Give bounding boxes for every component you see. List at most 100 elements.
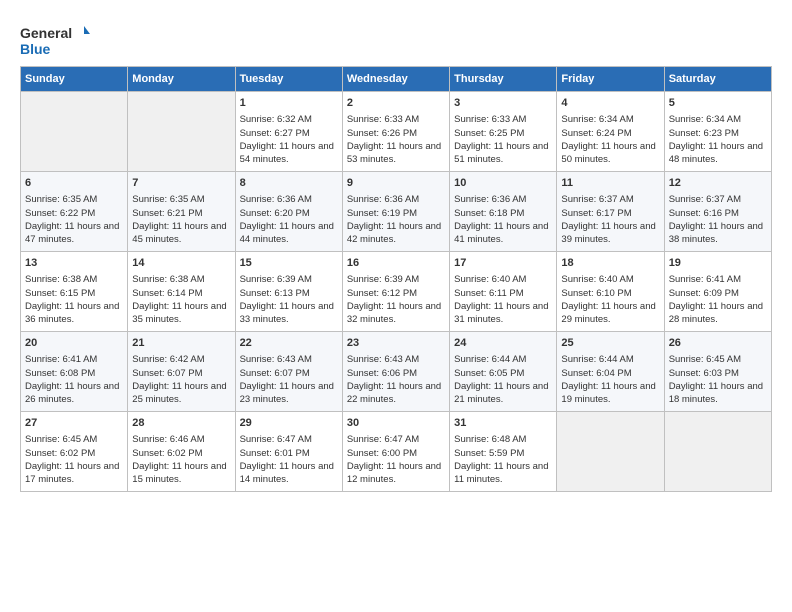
calendar-cell: 24Sunrise: 6:44 AMSunset: 6:05 PMDayligh… <box>450 332 557 412</box>
day-number: 18 <box>561 256 659 271</box>
calendar-cell: 19 Sunrise: 6:41 AMSunset: 6:09 PMDayligh… <box>664 252 771 332</box>
calendar-cell: 23Sunrise: 6:43 AMSunset: 6:06 PMDayligh… <box>342 332 449 412</box>
day-info-line: Sunrise: 6:37 AM <box>561 193 659 206</box>
day-number: 25 <box>561 336 659 351</box>
day-info-line: Sunset: 6:07 PM <box>240 367 338 380</box>
day-number: 28 <box>132 416 230 431</box>
day-info-line: Sunset: 6:01 PM <box>240 447 338 460</box>
calendar-cell: 1 Sunrise: 6:32 AMSunset: 6:27 PMDaylight… <box>235 92 342 172</box>
day-info-line: Sunrise: 6:32 AM <box>240 113 338 126</box>
calendar-cell: 12Sunrise: 6:37 AMSunset: 6:16 PMDayligh… <box>664 172 771 252</box>
day-info-line: Sunset: 6:23 PM <box>669 127 767 140</box>
day-info-line: Daylight: 11 hours and 12 minutes. <box>347 460 445 487</box>
day-info-line: Sunrise: 6:33 AM <box>347 113 445 126</box>
calendar-cell: 27Sunrise: 6:45 AMSunset: 6:02 PMDayligh… <box>21 412 128 492</box>
day-number: 13 <box>25 256 123 271</box>
calendar-cell: 4Sunrise: 6:34 AMSunset: 6:24 PMDaylight… <box>557 92 664 172</box>
day-info-line: Daylight: 11 hours and 18 minutes. <box>669 380 767 407</box>
day-number: 14 <box>132 256 230 271</box>
day-info-line: Daylight: 11 hours and 17 minutes. <box>25 460 123 487</box>
day-info-line: Daylight: 11 hours and 23 minutes. <box>240 380 338 407</box>
day-info-line: Sunset: 6:21 PM <box>132 207 230 220</box>
day-info-line: Sunrise: 6:36 AM <box>454 193 552 206</box>
day-number: 5 <box>669 96 767 111</box>
day-info-line: Sunrise: 6:35 AM <box>25 193 123 206</box>
calendar-cell: 8Sunrise: 6:36 AMSunset: 6:20 PMDaylight… <box>235 172 342 252</box>
day-number: 21 <box>132 336 230 351</box>
day-info-line: Sunrise: 6:39 AM <box>240 273 338 286</box>
calendar-cell: 3Sunrise: 6:33 AMSunset: 6:25 PMDaylight… <box>450 92 557 172</box>
col-header-thursday: Thursday <box>450 67 557 92</box>
day-info-line: Sunrise: 6:33 AM <box>454 113 552 126</box>
day-info-line: Sunrise: 6:44 AM <box>454 353 552 366</box>
day-number: 8 <box>240 176 338 191</box>
col-header-wednesday: Wednesday <box>342 67 449 92</box>
calendar-cell <box>128 92 235 172</box>
calendar-cell: 26Sunrise: 6:45 AMSunset: 6:03 PMDayligh… <box>664 332 771 412</box>
calendar-table: SundayMondayTuesdayWednesdayThursdayFrid… <box>20 66 772 492</box>
day-info-line: Sunset: 6:11 PM <box>454 287 552 300</box>
day-info-line: Sunrise: 6:34 AM <box>561 113 659 126</box>
day-info-line: Sunset: 6:27 PM <box>240 127 338 140</box>
day-number: 7 <box>132 176 230 191</box>
day-info-line: Sunset: 6:14 PM <box>132 287 230 300</box>
logo: General Blue <box>20 20 90 60</box>
day-info-line: Sunrise: 6:45 AM <box>25 433 123 446</box>
day-info-line: Daylight: 11 hours and 15 minutes. <box>132 460 230 487</box>
day-number: 19 <box>669 256 767 271</box>
day-info-line: Sunrise: 6:42 AM <box>132 353 230 366</box>
day-info-line: Daylight: 11 hours and 44 minutes. <box>240 220 338 247</box>
day-info-line: Daylight: 11 hours and 35 minutes. <box>132 300 230 327</box>
day-info-line: Sunset: 6:24 PM <box>561 127 659 140</box>
day-number: 2 <box>347 96 445 111</box>
col-header-tuesday: Tuesday <box>235 67 342 92</box>
day-info-line: Sunset: 6:15 PM <box>25 287 123 300</box>
col-header-sunday: Sunday <box>21 67 128 92</box>
calendar-cell: 25Sunrise: 6:44 AMSunset: 6:04 PMDayligh… <box>557 332 664 412</box>
day-info-line: Sunset: 6:22 PM <box>25 207 123 220</box>
day-info-line: Daylight: 11 hours and 21 minutes. <box>454 380 552 407</box>
day-number: 30 <box>347 416 445 431</box>
day-info-line: Sunrise: 6:46 AM <box>132 433 230 446</box>
day-number: 10 <box>454 176 552 191</box>
day-info-line: Sunrise: 6:34 AM <box>669 113 767 126</box>
day-info-line: Sunset: 6:08 PM <box>25 367 123 380</box>
day-number: 29 <box>240 416 338 431</box>
calendar-cell: 16Sunrise: 6:39 AMSunset: 6:12 PMDayligh… <box>342 252 449 332</box>
day-info-line: Sunset: 6:09 PM <box>669 287 767 300</box>
day-info-line: Daylight: 11 hours and 42 minutes. <box>347 220 445 247</box>
calendar-cell: 7Sunrise: 6:35 AMSunset: 6:21 PMDaylight… <box>128 172 235 252</box>
calendar-cell: 9Sunrise: 6:36 AMSunset: 6:19 PMDaylight… <box>342 172 449 252</box>
day-info-line: Sunrise: 6:40 AM <box>561 273 659 286</box>
calendar-cell: 15Sunrise: 6:39 AMSunset: 6:13 PMDayligh… <box>235 252 342 332</box>
day-info-line: Sunrise: 6:38 AM <box>25 273 123 286</box>
calendar-cell <box>21 92 128 172</box>
day-info-line: Daylight: 11 hours and 45 minutes. <box>132 220 230 247</box>
day-info-line: Sunset: 6:05 PM <box>454 367 552 380</box>
svg-text:General: General <box>20 25 72 41</box>
day-info-line: Sunset: 6:13 PM <box>240 287 338 300</box>
day-number: 11 <box>561 176 659 191</box>
calendar-cell: 31Sunrise: 6:48 AMSunset: 5:59 PMDayligh… <box>450 412 557 492</box>
col-header-monday: Monday <box>128 67 235 92</box>
calendar-cell: 17Sunrise: 6:40 AMSunset: 6:11 PMDayligh… <box>450 252 557 332</box>
calendar-cell: 11Sunrise: 6:37 AMSunset: 6:17 PMDayligh… <box>557 172 664 252</box>
calendar-cell: 29Sunrise: 6:47 AMSunset: 6:01 PMDayligh… <box>235 412 342 492</box>
day-info-line: Daylight: 11 hours and 11 minutes. <box>454 460 552 487</box>
day-info-line: Daylight: 11 hours and 29 minutes. <box>561 300 659 327</box>
day-info-line: Sunrise: 6:41 AM <box>669 273 767 286</box>
day-info-line: Daylight: 11 hours and 28 minutes. <box>669 300 767 327</box>
calendar-cell: 20Sunrise: 6:41 AMSunset: 6:08 PMDayligh… <box>21 332 128 412</box>
day-number: 17 <box>454 256 552 271</box>
day-info-line: Daylight: 11 hours and 54 minutes. <box>240 140 338 167</box>
day-info-line: Daylight: 11 hours and 25 minutes. <box>132 380 230 407</box>
day-info-line: Sunset: 6:03 PM <box>669 367 767 380</box>
calendar-cell: 14Sunrise: 6:38 AMSunset: 6:14 PMDayligh… <box>128 252 235 332</box>
day-info-line: Daylight: 11 hours and 22 minutes. <box>347 380 445 407</box>
day-number: 1 <box>240 96 338 111</box>
calendar-cell <box>557 412 664 492</box>
day-info-line: Daylight: 11 hours and 26 minutes. <box>25 380 123 407</box>
day-number: 6 <box>25 176 123 191</box>
day-number: 12 <box>669 176 767 191</box>
calendar-cell: 10Sunrise: 6:36 AMSunset: 6:18 PMDayligh… <box>450 172 557 252</box>
